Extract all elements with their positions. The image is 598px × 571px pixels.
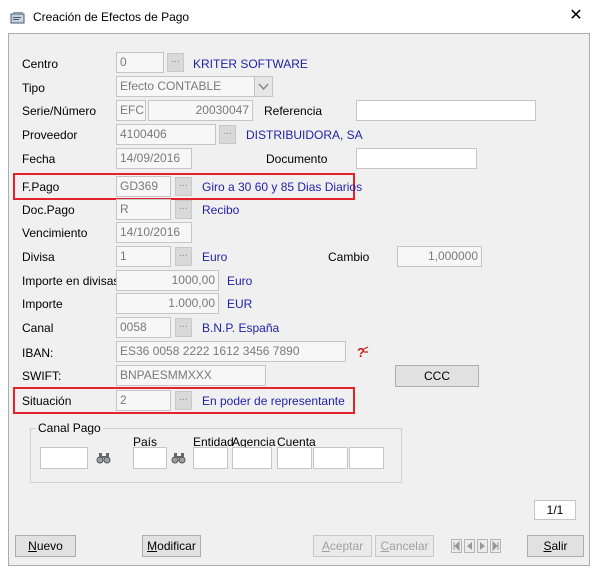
importe-divisas-label: Importe en divisas — [22, 274, 120, 288]
canal-field[interactable]: 0058 — [116, 317, 171, 338]
window-icon — [10, 11, 26, 24]
documento-label: Documento — [266, 152, 328, 166]
pager: 1/1 — [534, 500, 576, 520]
divisa-label: Divisa — [22, 250, 55, 264]
proveedor-lookup-button[interactable]: ... — [219, 125, 236, 144]
docpago-label: Doc.Pago — [22, 203, 75, 217]
tipo-label: Tipo — [22, 81, 45, 95]
centro-lookup-button[interactable]: ... — [167, 53, 184, 72]
canal-desc: B.N.P. España — [202, 321, 280, 335]
proveedor-field[interactable]: 4100406 — [116, 124, 216, 145]
divisa-lookup-button[interactable]: ... — [175, 247, 192, 266]
importe-divisas-field[interactable]: 1000,00 — [116, 270, 219, 291]
iban-field[interactable]: ES36 0058 2222 1612 3456 7890 — [116, 341, 346, 362]
vencimiento-label: Vencimiento — [22, 226, 88, 240]
nav-next-icon[interactable] — [477, 539, 488, 553]
cambio-field[interactable]: 1,000000 — [397, 246, 482, 267]
cancelar-button[interactable]: Cancelar — [375, 535, 434, 557]
nav-first-icon[interactable] — [451, 539, 462, 553]
situacion-desc: En poder de representante — [202, 394, 345, 408]
importe-divisas-desc: Euro — [227, 274, 253, 288]
centro-label: Centro — [22, 57, 59, 71]
docpago-field[interactable]: R — [116, 199, 171, 220]
cuenta-field-2[interactable] — [349, 447, 384, 469]
binoculars-icon[interactable] — [171, 451, 187, 465]
canal-label: Canal — [22, 321, 54, 335]
window-title: Creación de Efectos de Pago — [33, 10, 190, 24]
canal-pago-field[interactable] — [40, 447, 88, 469]
fpago-lookup-button[interactable]: ... — [175, 177, 192, 196]
swift-label: SWIFT: — [22, 369, 62, 383]
modificar-button[interactable]: Modificar — [142, 535, 201, 557]
proveedor-desc: DISTRIBUIDORA, SA — [246, 128, 363, 142]
importe-field[interactable]: 1.000,00 — [116, 293, 219, 314]
iban-label: IBAN: — [22, 346, 54, 360]
swift-field[interactable]: BNPAESMMXXX — [116, 365, 266, 386]
nav-last-icon[interactable] — [490, 539, 501, 553]
serie-label: Serie/Número — [22, 104, 97, 118]
canal-pago-title: Canal Pago — [36, 421, 103, 435]
numero-field[interactable]: 20030047 — [148, 100, 253, 121]
docpago-desc: Recibo — [202, 203, 240, 217]
binoculars-icon[interactable] — [96, 451, 112, 465]
nuevo-button[interactable]: Nuevo — [15, 535, 76, 557]
question-icon[interactable]: ? — [354, 344, 370, 360]
ccc-button[interactable]: CCC — [395, 365, 479, 387]
salir-button[interactable]: Salir — [527, 535, 584, 557]
cambio-label: Cambio — [328, 250, 370, 264]
divisa-desc: Euro — [202, 250, 228, 264]
importe-label: Importe — [22, 297, 63, 311]
referencia-field[interactable] — [356, 100, 536, 121]
tipo-value: Efecto CONTABLE — [120, 79, 222, 93]
documento-field[interactable] — [356, 148, 477, 169]
tipo-select[interactable]: Efecto CONTABLE — [116, 76, 273, 97]
centro-desc: KRITER SOFTWARE — [193, 57, 308, 71]
docpago-lookup-button[interactable]: ... — [175, 200, 192, 219]
vencimiento-field[interactable]: 14/10/2016 — [116, 222, 192, 243]
importe-desc: EUR — [227, 297, 253, 311]
title-bar: Creación de Efectos de Pago ✕ — [0, 0, 598, 32]
situacion-lookup-button[interactable]: ... — [175, 391, 192, 410]
chevron-down-icon[interactable] — [254, 77, 272, 96]
nav-prev-icon[interactable] — [464, 539, 475, 553]
fpago-field[interactable]: GD369 — [116, 176, 171, 197]
entidad-field[interactable] — [193, 447, 228, 469]
fpago-label: F.Pago — [22, 180, 60, 194]
referencia-label: Referencia — [264, 104, 323, 118]
svg-text:?: ? — [357, 345, 365, 360]
divisa-field[interactable]: 1 — [116, 246, 171, 267]
serie-field[interactable]: EFC — [116, 100, 146, 121]
centro-field[interactable]: 0 — [116, 52, 164, 73]
situacion-label: Situación — [22, 394, 72, 408]
fecha-label: Fecha — [22, 152, 56, 166]
situacion-field[interactable]: 2 — [116, 390, 171, 411]
fpago-desc: Giro a 30 60 y 85 Dias Diarios — [202, 180, 363, 194]
agencia-field[interactable] — [232, 447, 272, 469]
proveedor-label: Proveedor — [22, 128, 78, 142]
cuenta-field-1[interactable] — [313, 447, 348, 469]
cuenta-dc-field[interactable] — [277, 447, 312, 469]
aceptar-button[interactable]: Aceptar — [313, 535, 372, 557]
canal-lookup-button[interactable]: ... — [175, 318, 192, 337]
close-icon[interactable]: ✕ — [568, 7, 584, 25]
pais-field[interactable] — [133, 447, 167, 469]
fecha-field[interactable]: 14/09/2016 — [116, 148, 192, 169]
